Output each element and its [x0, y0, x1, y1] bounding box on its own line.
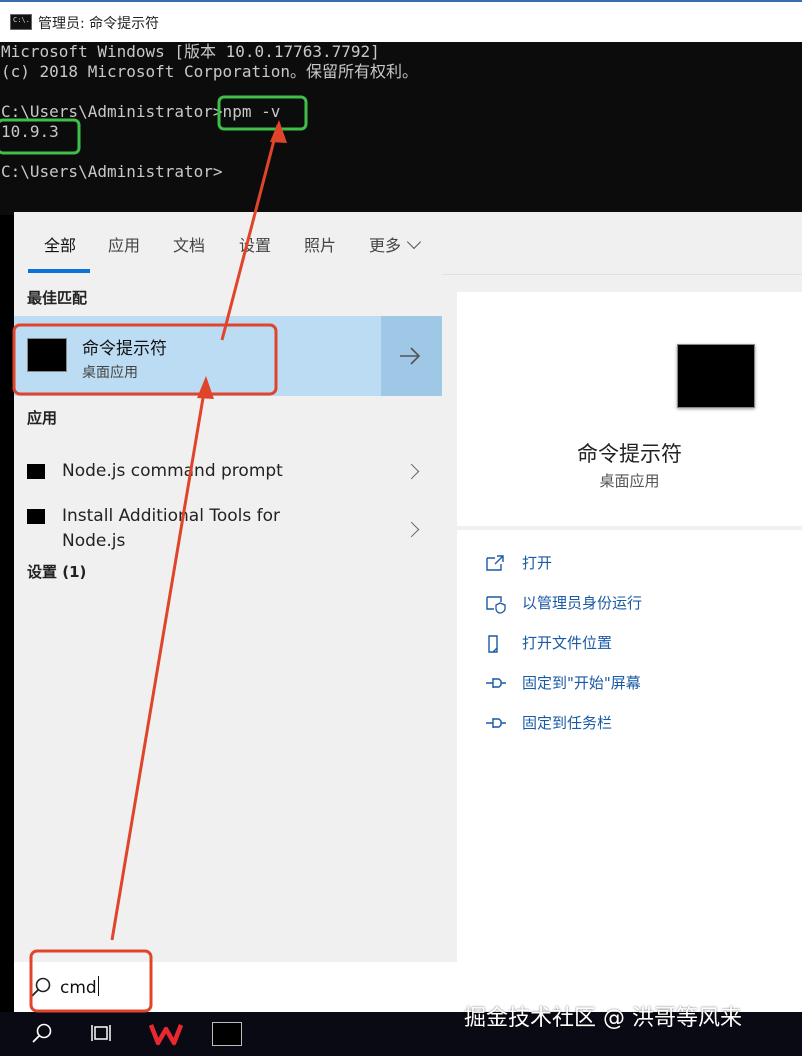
preview-subtitle: 桌面应用	[599, 472, 660, 490]
search-icon[interactable]	[30, 1022, 54, 1046]
chevron-right-icon[interactable]	[403, 463, 420, 480]
file-location-icon	[488, 635, 498, 653]
tab-more[interactable]: 更多	[369, 232, 422, 256]
console-line: Microsoft Windows [版本 10.0.17763.7792]	[1, 42, 380, 61]
preview-panel: 命令提示符 桌面应用	[457, 292, 802, 526]
wps-icon[interactable]	[149, 1021, 183, 1047]
app-label: Install Additional Tools for Node.js	[62, 506, 280, 551]
list-item-install-tools[interactable]: Install Additional Tools for Node.js	[14, 496, 442, 560]
task-view-icon[interactable]	[90, 1022, 114, 1046]
pin-icon	[486, 718, 506, 728]
action-label: 以管理员身份运行	[522, 594, 643, 612]
arrow-right-icon	[400, 347, 421, 365]
tab-photos[interactable]: 照片	[304, 232, 336, 256]
console-titlebar[interactable]: C:\. 管理员: 命令提示符	[0, 0, 802, 42]
preview-actions: 打开 以管理员身份运行 打开文件位置 固定到"开始"屏幕 固定到任务栏	[457, 530, 802, 962]
search-tabs: 全部 应用 文档 设置 照片 更多	[14, 212, 802, 275]
tab-apps[interactable]: 应用	[108, 232, 140, 256]
action-label: 打开	[522, 554, 553, 572]
cmd-icon	[677, 344, 755, 408]
console-title: 管理员: 命令提示符	[38, 16, 160, 32]
console-window: C:\. 管理员: 命令提示符 Microsoft Windows [版本 10…	[0, 0, 802, 215]
search-query: cmd	[60, 978, 97, 998]
shield-admin-icon	[486, 596, 506, 614]
console-line: (c) 2018 Microsoft Corporation。保留所有权利。	[1, 62, 418, 81]
chevron-right-icon[interactable]	[403, 521, 420, 538]
tab-more-label: 更多	[369, 236, 402, 255]
console-line: 10.9.3	[1, 122, 59, 141]
best-match-main[interactable]: 命令提示符 桌面应用	[14, 316, 381, 396]
action-label: 打开文件位置	[522, 634, 613, 652]
open-icon	[486, 555, 504, 571]
app-icon	[27, 509, 45, 524]
cmd-icon	[27, 338, 67, 372]
app-icon	[27, 464, 45, 479]
cmd-icon[interactable]	[212, 1022, 242, 1046]
app-label: Node.js command prompt	[62, 461, 283, 481]
best-match-title: 命令提示符	[82, 339, 167, 359]
list-item-nodejs-prompt[interactable]: Node.js command prompt	[14, 449, 442, 495]
active-tab-indicator	[28, 269, 90, 273]
text-caret	[97, 976, 99, 996]
settings-heading[interactable]: 设置 (1)	[27, 561, 86, 582]
tab-settings[interactable]: 设置	[239, 232, 271, 256]
pin-icon	[486, 678, 506, 688]
action-label: 固定到任务栏	[522, 714, 613, 732]
expand-arrow-button[interactable]	[381, 316, 442, 396]
best-match-subtitle: 桌面应用	[82, 365, 138, 381]
watermark: 掘金技术社区 @ 洪哥等风来	[464, 1006, 742, 1031]
console-line: C:\Users\Administrator>npm -v	[1, 102, 281, 121]
search-icon	[31, 977, 51, 997]
preview-title: 命令提示符	[577, 442, 682, 466]
search-input[interactable]: cmd	[60, 976, 99, 998]
console-line: C:\Users\Administrator>	[1, 162, 223, 181]
chevron-down-icon	[406, 234, 422, 250]
best-match-heading: 最佳匹配	[27, 289, 88, 307]
action-label: 固定到"开始"屏幕	[522, 674, 641, 692]
tab-documents[interactable]: 文档	[173, 232, 205, 256]
apps-heading: 应用	[27, 409, 58, 427]
best-match-item[interactable]: 命令提示符 桌面应用	[14, 316, 442, 396]
tab-all[interactable]: 全部	[44, 232, 76, 256]
cmd-icon: C:\.	[10, 14, 32, 30]
results-panel: 最佳匹配 命令提示符 桌面应用 应用 Node.js command promp…	[14, 274, 442, 962]
search-flyout: 全部 应用 文档 设置 照片 更多 最佳匹配 命令提示符 桌面应用 应用 Nod…	[14, 212, 802, 1012]
